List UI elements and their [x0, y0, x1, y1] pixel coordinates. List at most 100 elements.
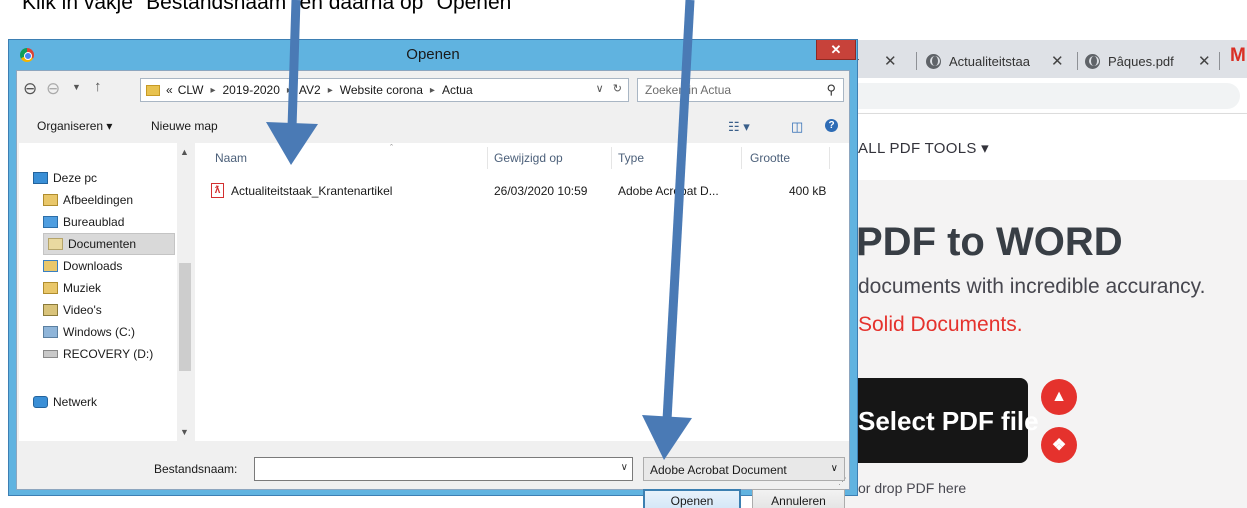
folder-icon [146, 84, 160, 96]
nav-label: Afbeeldingen [63, 193, 134, 207]
search-icon[interactable]: ⚲ [826, 82, 836, 98]
breadcrumb-item[interactable]: 2019-2020 [223, 83, 280, 97]
filetype-select[interactable]: Adobe Acrobat Document ∨ [643, 457, 845, 481]
tab-separator [1219, 52, 1220, 70]
chevron-down-icon[interactable]: ∨ [831, 463, 838, 474]
organize-menu[interactable]: Organiseren ▾ [37, 119, 112, 133]
scroll-up-icon[interactable]: ▲ [180, 147, 189, 157]
hero-link[interactable]: Solid Documents. [858, 313, 1023, 337]
screenshot-stage: Klik in vakje "Bestandsnaam" en daarna o… [0, 0, 1247, 508]
scroll-thumb[interactable] [179, 263, 191, 371]
column-header-name[interactable]: Naam [215, 151, 247, 165]
file-row[interactable]: ƛ Actualiteitstaak_Krantenartikel 26/03/… [209, 180, 829, 202]
tab-title: Actualiteitstaa [949, 53, 1030, 69]
breadcrumb-item[interactable]: Website corona [340, 83, 423, 97]
nav-item-network[interactable]: Netwerk [33, 391, 188, 413]
filename-input[interactable]: ∨ [254, 457, 633, 481]
globe-icon [926, 53, 941, 69]
browser-window: Cor ✕ Actualiteitstaa ✕ Pâques.pdf ✕ M A… [838, 40, 1247, 508]
scroll-down-icon[interactable]: ▼ [180, 427, 189, 437]
file-list: Naam ˆ Gewijzigd op Type Grootte ƛ Actua… [195, 143, 849, 441]
nav-label: RECOVERY (D:) [63, 347, 154, 361]
file-size: 400 kB [789, 184, 827, 198]
column-separator[interactable] [741, 147, 742, 169]
videos-folder-icon [43, 304, 58, 316]
nav-item-drive-c[interactable]: Windows (C:) [43, 321, 198, 343]
nav-label: Video's [63, 303, 102, 317]
downloads-folder-icon [43, 260, 58, 272]
close-tab-icon[interactable]: ✕ [1051, 52, 1064, 70]
nav-item-drive-d[interactable]: RECOVERY (D:) [43, 343, 198, 365]
drive-icon [43, 326, 58, 338]
close-tab-icon[interactable]: ✕ [1198, 52, 1211, 70]
url-field[interactable] [840, 83, 1240, 109]
search-placeholder: Zoeken in Actua [645, 83, 732, 97]
column-header-size[interactable]: Grootte [750, 151, 790, 165]
desktop-folder-icon [43, 216, 58, 228]
dialog-toolbar: Organiseren ▾ Nieuwe map ☷ ▾ ◫ ? [17, 111, 849, 141]
forward-icon[interactable]: ⊖ [46, 79, 60, 99]
search-input[interactable]: Zoeken in Actua ⚲ [637, 78, 844, 102]
nav-label: Deze pc [53, 171, 98, 185]
nav-item-downloads[interactable]: Downloads [43, 255, 198, 277]
dialog-titlebar[interactable]: Openen ✕ [9, 40, 857, 70]
documents-folder-icon [48, 238, 63, 250]
globe-icon [1085, 53, 1100, 69]
column-separator[interactable] [487, 147, 488, 169]
refresh-icon[interactable]: ∨ ↻ [596, 82, 622, 95]
close-tab-icon[interactable]: ✕ [884, 52, 897, 70]
google-drive-icon[interactable]: ▲ [1041, 379, 1077, 415]
nav-item-desktop[interactable]: Bureaublad [43, 211, 198, 233]
recent-locations-icon[interactable]: ▼ [72, 82, 81, 92]
nav-scrollbar[interactable]: ▲ ▼ [177, 143, 193, 441]
help-icon[interactable]: ? [825, 119, 838, 132]
preview-pane-icon[interactable]: ◫ [791, 119, 803, 135]
tab-title: Pâques.pdf [1108, 53, 1174, 69]
chevron-right-icon[interactable]: ▸ [210, 85, 215, 96]
nav-item-documents[interactable]: Documenten [43, 233, 175, 255]
nav-item-music[interactable]: Muziek [43, 277, 198, 299]
sort-ascending-icon: ˆ [390, 143, 393, 153]
view-options-icon[interactable]: ☷ ▾ [728, 119, 750, 135]
drop-hint: or drop PDF here [858, 480, 967, 496]
breadcrumb-overflow[interactable]: « [166, 83, 173, 97]
cancel-button[interactable]: Annuleren [752, 489, 845, 508]
close-button[interactable]: ✕ [816, 40, 856, 60]
open-button[interactable]: Openen [643, 489, 741, 508]
open-file-dialog: Openen ✕ ⊖ ⊖ ▼ ↑ « CLW ▸ 2019-2020 ▸ AV2… [8, 39, 858, 508]
breadcrumb-item[interactable]: Actua [442, 83, 473, 97]
chevron-right-icon[interactable]: ▸ [287, 85, 292, 96]
column-header-modified[interactable]: Gewijzigd op [494, 151, 563, 165]
breadcrumb-item[interactable]: AV2 [299, 83, 321, 97]
browser-tab[interactable]: Pâques.pdf ✕ [1085, 44, 1220, 78]
chevron-down-icon[interactable]: ∨ [621, 462, 628, 473]
all-pdf-tools-menu[interactable]: ALL PDF TOOLS ▾ [858, 139, 989, 157]
gmail-icon[interactable]: M [1230, 45, 1246, 67]
chevron-right-icon[interactable]: ▸ [328, 85, 333, 96]
pdf-file-icon: ƛ [211, 183, 224, 198]
select-pdf-button[interactable]: Select PDF file [840, 378, 1039, 463]
chevron-right-icon[interactable]: ▸ [430, 85, 435, 96]
breadcrumb[interactable]: « CLW ▸ 2019-2020 ▸ AV2 ▸ Website corona… [140, 78, 629, 102]
browser-tab[interactable]: Actualiteitstaa ✕ [926, 44, 1076, 78]
back-icon[interactable]: ⊖ [23, 79, 37, 99]
nav-item-this-pc[interactable]: Deze pc [33, 167, 188, 189]
hero-title: PDF to WORD [856, 220, 1123, 264]
breadcrumb-item[interactable]: CLW [178, 83, 204, 97]
column-separator[interactable] [611, 147, 612, 169]
resize-grip[interactable]: ⋰ [838, 476, 847, 487]
column-header-type[interactable]: Type [618, 151, 644, 165]
nav-label: Windows (C:) [63, 325, 136, 339]
nav-label: Downloads [63, 259, 123, 273]
new-folder-button[interactable]: Nieuwe map [151, 119, 218, 133]
nav-item-videos[interactable]: Video's [43, 299, 198, 321]
up-arrow-icon[interactable]: ↑ [94, 78, 102, 95]
drive-icon [43, 350, 58, 358]
dropbox-icon[interactable]: ❖ [1041, 427, 1077, 463]
column-separator[interactable] [829, 147, 830, 169]
select-pdf-label: Select PDF file [858, 406, 1039, 436]
tab-separator [1077, 52, 1078, 70]
dialog-title: Openen [406, 46, 460, 63]
navigation-pane: Deze pc Afbeeldingen Bureaublad Document… [19, 143, 193, 441]
nav-item-pictures[interactable]: Afbeeldingen [43, 189, 198, 211]
